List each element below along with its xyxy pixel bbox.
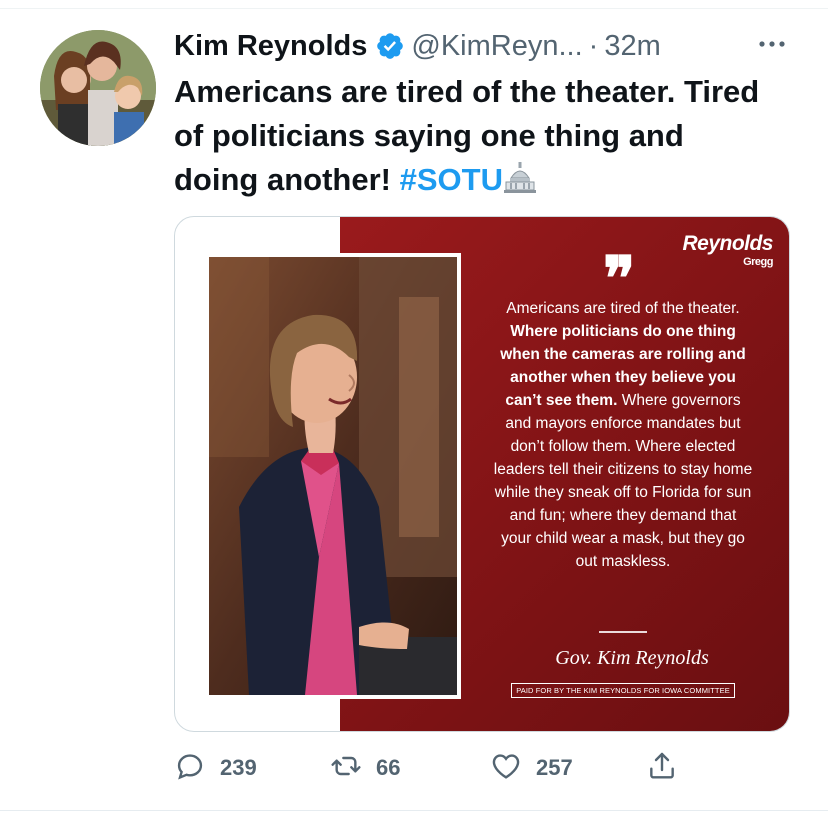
quote-text: Americans are tired of the theater. Wher…	[493, 297, 753, 573]
more-options-icon[interactable]	[754, 32, 790, 56]
reply-button[interactable]: 239	[174, 748, 257, 788]
like-icon	[490, 750, 522, 787]
share-button[interactable]	[646, 748, 678, 788]
like-count: 257	[536, 755, 573, 780]
retweet-count: 66	[376, 755, 401, 780]
author-handle[interactable]: @KimReyn...	[411, 30, 582, 63]
author-name[interactable]: Kim Reynolds	[174, 30, 367, 63]
verified-badge-icon	[375, 31, 405, 61]
avatar[interactable]	[40, 30, 156, 146]
bottom-divider	[0, 810, 828, 811]
quote-divider	[599, 631, 647, 633]
retweet-icon	[330, 750, 362, 787]
retweet-button[interactable]: 66	[330, 748, 400, 788]
top-divider	[0, 8, 828, 9]
tweet-header: Kim Reynolds @KimReyn... · 32m	[174, 26, 661, 66]
hashtag-link[interactable]: #SOTU	[400, 162, 503, 197]
timestamp[interactable]: 32m	[604, 30, 660, 63]
share-icon	[646, 750, 678, 787]
brand-logo: Reynolds Gregg	[682, 232, 773, 271]
tweet-actions: 239 66 257	[174, 748, 694, 788]
tweet-media-image[interactable]: Reynolds Gregg ❞ Americans are tired of …	[174, 216, 790, 732]
separator-dot: ·	[588, 29, 599, 62]
paid-for-disclaimer: PAID FOR BY THE KIM REYNOLDS FOR IOWA CO…	[511, 683, 735, 698]
governor-photo	[209, 257, 457, 695]
signature: Gov. Kim Reynolds	[555, 647, 709, 669]
reply-icon	[174, 750, 206, 787]
capitol-emoji-icon	[503, 160, 537, 194]
quote-plain-1: Americans are tired of the theater.	[506, 300, 740, 317]
avatar-photo	[40, 30, 156, 146]
tweet-text: Americans are tired of the theater. Tire…	[174, 70, 774, 202]
quote-plain-2: Where governors and mayors enforce manda…	[493, 392, 753, 570]
like-button[interactable]: 257	[490, 748, 573, 788]
brand-name: Reynolds	[682, 232, 773, 255]
brand-sub: Gregg	[743, 256, 773, 268]
reply-count: 239	[220, 755, 257, 780]
